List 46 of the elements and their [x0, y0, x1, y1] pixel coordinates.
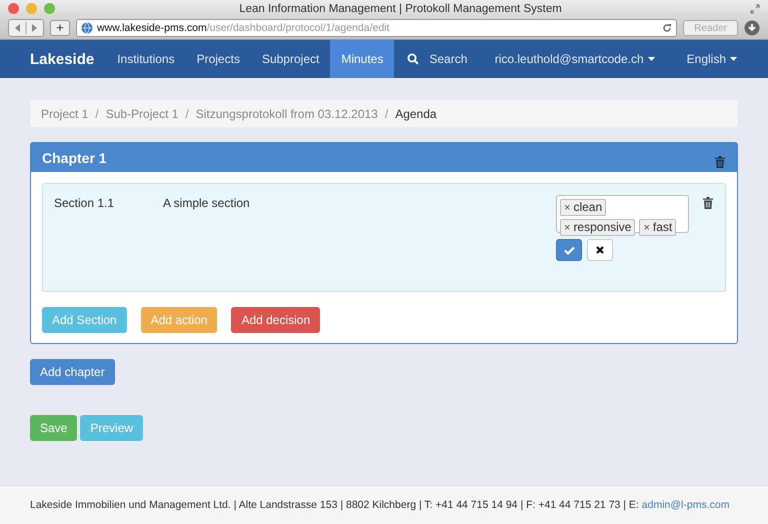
- breadcrumb-separator: /: [384, 106, 388, 120]
- confirm-button[interactable]: [556, 239, 582, 261]
- remove-tag-icon[interactable]: ×: [643, 222, 650, 234]
- breadcrumb-link[interactable]: Sub-Project 1: [106, 106, 178, 120]
- user-menu[interactable]: rico.leuthold@smartcode.ch: [484, 40, 666, 78]
- nav-tab[interactable]: Minutes: [330, 40, 394, 78]
- nav-tab[interactable]: Projects: [186, 40, 251, 78]
- tag-chip[interactable]: × clean: [560, 199, 606, 216]
- caret-icon: [648, 57, 655, 61]
- search-link[interactable]: Search: [396, 40, 478, 78]
- globe-icon: [81, 22, 93, 34]
- add-button[interactable]: Add decision: [231, 307, 320, 333]
- new-tab-button[interactable]: +: [50, 20, 70, 36]
- nav-tab[interactable]: Subproject: [250, 40, 330, 78]
- search-icon: [407, 53, 420, 65]
- nav-tab[interactable]: Institutions: [106, 40, 186, 78]
- breadcrumb-link[interactable]: Project 1: [41, 106, 88, 120]
- close-icon: [596, 246, 604, 254]
- tag-input-field[interactable]: × clean × responsive × fast: [556, 195, 689, 233]
- back-forward-buttons[interactable]: [8, 19, 44, 37]
- breadcrumb-link[interactable]: Sitzungsprotokoll from 03.12.2013: [196, 106, 378, 120]
- trash-icon[interactable]: [715, 156, 725, 168]
- reload-icon[interactable]: [662, 23, 672, 33]
- fullscreen-icon[interactable]: [750, 4, 760, 14]
- breadcrumb-separator: /: [95, 106, 99, 120]
- language-menu[interactable]: English: [676, 40, 748, 78]
- section-title: A simple section: [163, 196, 251, 210]
- cancel-button[interactable]: [587, 239, 613, 261]
- section-number: Section 1.1: [54, 196, 116, 210]
- remove-tag-icon[interactable]: ×: [564, 202, 570, 214]
- add-chapter-button[interactable]: Add chapter: [30, 359, 115, 385]
- tag-chip[interactable]: × responsive: [560, 219, 636, 236]
- trash-icon[interactable]: [703, 197, 713, 209]
- checkmark-icon: [564, 246, 574, 254]
- chapter-title: Chapter 1: [42, 150, 107, 166]
- tag-chip[interactable]: × fast: [639, 219, 676, 236]
- download-icon[interactable]: [744, 20, 760, 36]
- footer-text: Lakeside Immobilien und Management Ltd. | Alte Landstrasse 153 | 8802 Kilchberg | T: +41 44 715 14 94 | F: +41 44 715 21 73 | E: admin@l-pms.com: [30, 499, 730, 511]
- breadcrumb-separator: /: [185, 106, 189, 120]
- caret-icon: [730, 57, 737, 61]
- close-button[interactable]: [8, 3, 19, 14]
- remove-tag-icon[interactable]: ×: [564, 222, 570, 234]
- address-field[interactable]: www.lakeside-pms.com/user/dashboard/protocol/1/agenda/edit: [76, 19, 678, 37]
- email-link[interactable]: admin@l-pms.com: [642, 499, 730, 511]
- window-title: Lean Information Management | Protokoll Management System: [238, 2, 563, 14]
- brand-logo[interactable]: Lakeside: [30, 50, 94, 68]
